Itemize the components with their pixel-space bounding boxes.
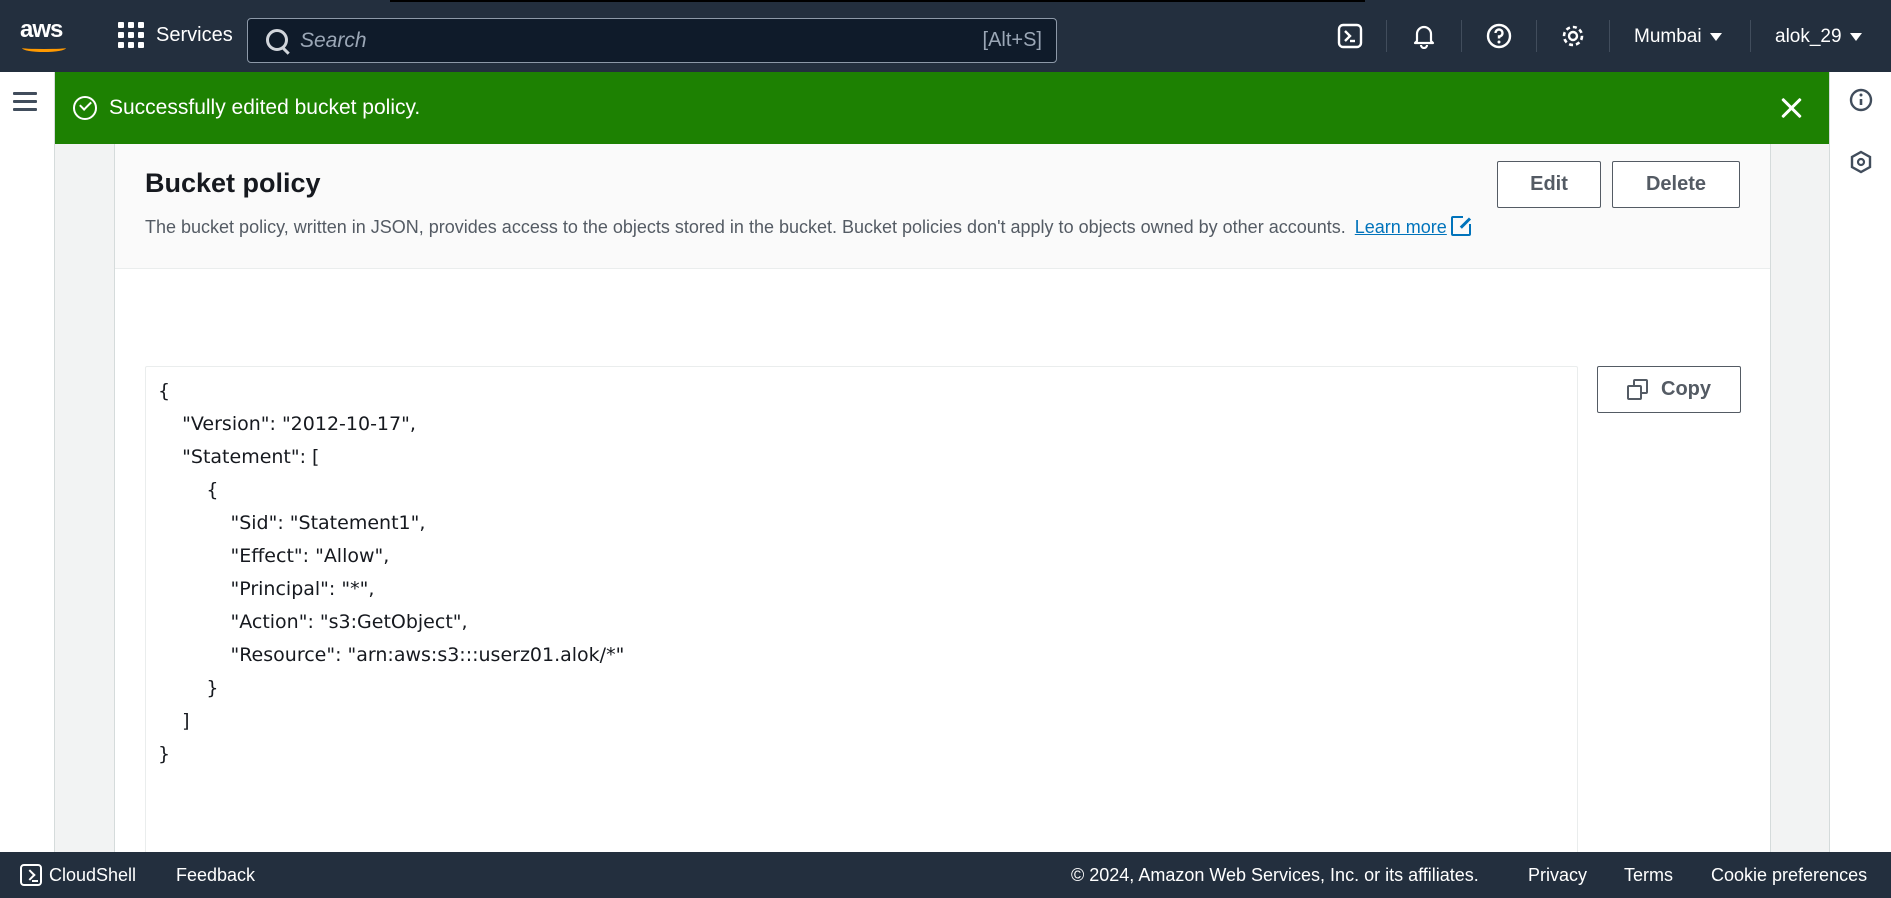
- copy-label: Copy: [1661, 378, 1711, 400]
- account-name: alok_29: [1775, 26, 1842, 47]
- hamburger-menu-icon[interactable]: [13, 92, 37, 112]
- nav-divider: [1386, 20, 1387, 52]
- description-text: The bucket policy, written in JSON, prov…: [145, 217, 1346, 237]
- nav-divider: [1461, 20, 1462, 52]
- footer-cookie-preferences-link[interactable]: Cookie preferences: [1711, 865, 1867, 886]
- right-rail: [1829, 72, 1891, 852]
- footer-copyright: © 2024, Amazon Web Services, Inc. or its…: [1071, 865, 1479, 885]
- close-icon[interactable]: [1778, 95, 1804, 121]
- delete-button[interactable]: Delete: [1612, 161, 1740, 208]
- hexagon-settings-icon[interactable]: [1849, 150, 1873, 174]
- region-label: Mumbai: [1634, 26, 1702, 47]
- policy-json-text: { "Version": "2012-10-17", "Statement": …: [158, 380, 625, 765]
- learn-more-label: Learn more: [1354, 217, 1447, 237]
- window-top-edge: [390, 0, 1365, 2]
- caret-down-icon: [1709, 33, 1722, 41]
- footer-feedback-link[interactable]: Feedback: [176, 865, 255, 886]
- info-icon[interactable]: [1849, 88, 1873, 112]
- flash-message: Successfully edited bucket policy.: [109, 96, 421, 119]
- success-check-icon: [73, 96, 97, 120]
- edit-button[interactable]: Edit: [1497, 161, 1601, 208]
- help-icon[interactable]: [1485, 22, 1513, 50]
- external-link-icon[interactable]: [1450, 215, 1472, 236]
- nav-divider: [1609, 20, 1610, 52]
- copy-button[interactable]: Copy: [1597, 366, 1741, 413]
- footer-cloudshell-link[interactable]: CloudShell: [49, 865, 136, 886]
- search-icon: [266, 29, 288, 51]
- bell-icon[interactable]: [1410, 22, 1438, 50]
- aws-logo-text: aws: [20, 16, 63, 43]
- caret-down-icon: [1849, 33, 1862, 41]
- cloudshell-icon[interactable]: [1336, 22, 1364, 50]
- policy-json-viewer[interactable]: { "Version": "2012-10-17", "Statement": …: [145, 366, 1578, 866]
- bucket-policy-panel: Bucket policy The bucket policy, written…: [114, 144, 1771, 866]
- success-flash-banner: Successfully edited bucket policy.: [55, 72, 1829, 144]
- footer-terms-link[interactable]: Terms: [1624, 865, 1673, 886]
- nav-divider: [1536, 20, 1537, 52]
- search-box[interactable]: [Alt+S]: [247, 18, 1057, 63]
- learn-more-link[interactable]: Learn more: [1355, 217, 1447, 237]
- panel-description: The bucket policy, written in JSON, prov…: [145, 215, 1472, 238]
- region-selector[interactable]: Mumbai: [1634, 26, 1722, 48]
- panel-header: Bucket policy The bucket policy, written…: [115, 144, 1770, 269]
- aws-logo[interactable]: aws: [20, 18, 70, 54]
- account-menu[interactable]: alok_29: [1775, 26, 1862, 48]
- copy-icon: [1627, 378, 1649, 401]
- grid-icon: [118, 22, 144, 48]
- left-rail: [0, 72, 55, 852]
- cloudshell-icon[interactable]: [20, 864, 42, 886]
- services-menu-button[interactable]: Services: [118, 22, 233, 48]
- aws-smile-icon: [22, 44, 66, 52]
- panel-title: Bucket policy: [145, 168, 321, 198]
- footer-privacy-link[interactable]: Privacy: [1528, 865, 1587, 886]
- top-navigation: aws Services [Alt+S] Mumbai alok_29: [0, 0, 1891, 72]
- search-shortcut: [Alt+S]: [982, 29, 1042, 51]
- nav-divider: [1750, 20, 1751, 52]
- search-input[interactable]: [300, 25, 900, 57]
- footer: CloudShell Feedback © 2024, Amazon Web S…: [0, 852, 1891, 898]
- gear-icon[interactable]: [1559, 22, 1587, 50]
- services-label: Services: [156, 23, 233, 46]
